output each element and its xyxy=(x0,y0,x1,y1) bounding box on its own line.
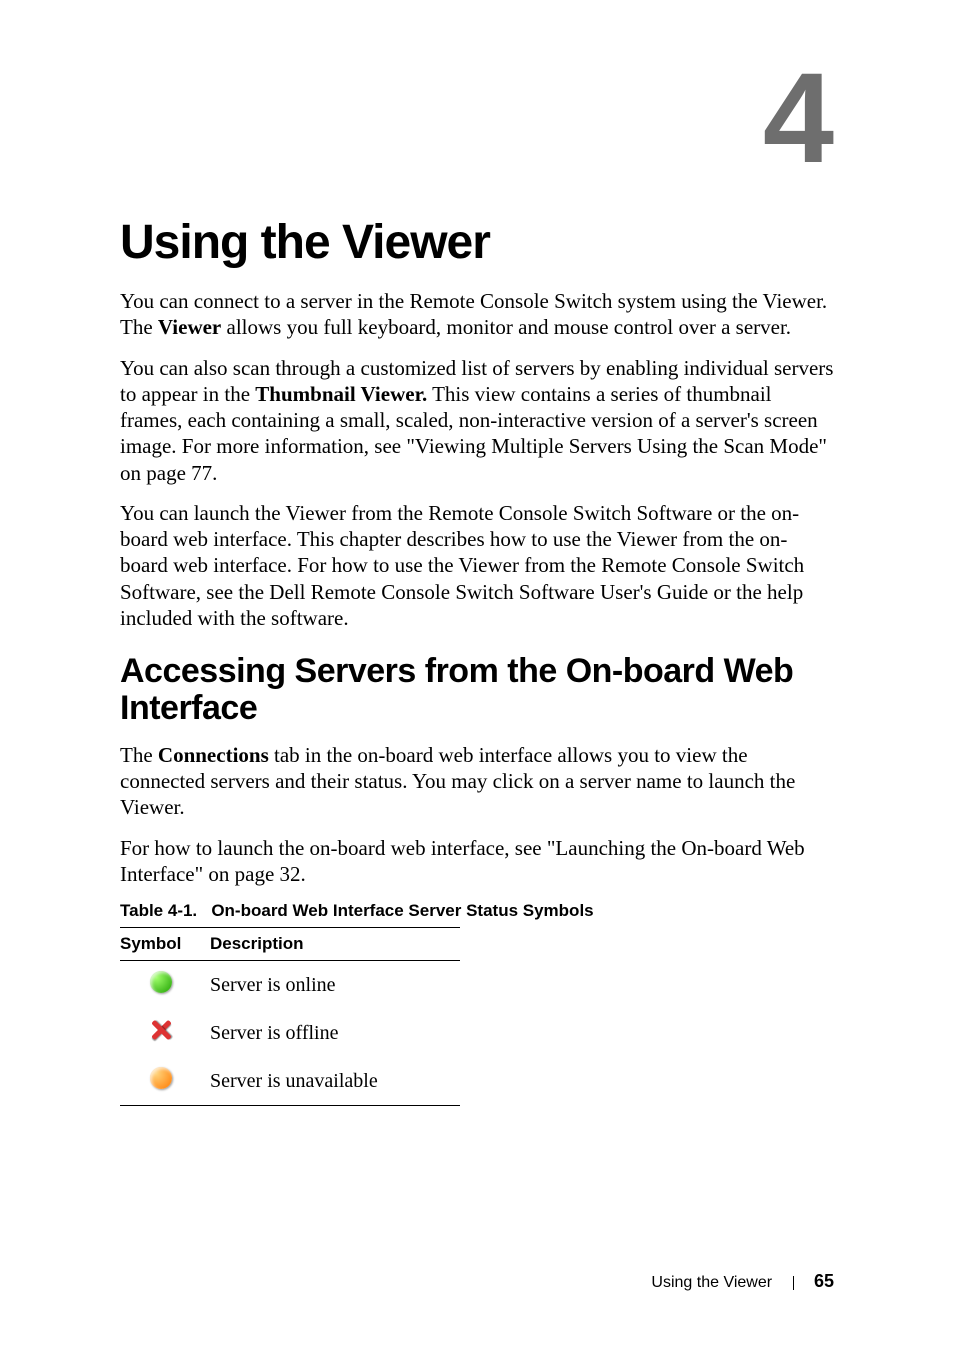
table-caption: Table 4-1. On-board Web Interface Server… xyxy=(120,901,834,921)
footer-separator xyxy=(793,1276,794,1290)
col-header-symbol: Symbol xyxy=(120,928,210,961)
page-footer: Using the Viewer 65 xyxy=(651,1271,834,1292)
table-row: Server is online xyxy=(120,961,460,1010)
section-paragraph-1: The Connections tab in the on-board web … xyxy=(120,742,834,821)
status-table: Symbol Description Server is online Serv… xyxy=(120,927,460,1106)
table-row: Server is offline xyxy=(120,1009,460,1057)
intro-paragraph-3: You can launch the Viewer from the Remot… xyxy=(120,500,834,631)
text: The xyxy=(120,743,158,767)
page-title: Using the Viewer xyxy=(120,215,834,270)
col-header-description: Description xyxy=(210,928,460,961)
thumbnail-viewer-term: Thumbnail Viewer. xyxy=(255,382,427,406)
viewer-term: Viewer xyxy=(158,315,221,339)
intro-paragraph-1: You can connect to a server in the Remot… xyxy=(120,288,834,341)
server-online-icon xyxy=(150,971,172,993)
page-number: 65 xyxy=(814,1271,834,1291)
table-caption-text: On-board Web Interface Server Status Sym… xyxy=(211,901,593,920)
server-offline-icon xyxy=(150,1019,172,1041)
section-heading: Accessing Servers from the On-board Web … xyxy=(120,653,834,728)
server-unavailable-icon xyxy=(150,1067,172,1089)
table-row: Server is unavailable xyxy=(120,1057,460,1106)
section-paragraph-2: For how to launch the on-board web inter… xyxy=(120,835,834,888)
connections-term: Connections xyxy=(158,743,269,767)
row-description: Server is online xyxy=(210,961,460,1010)
row-description: Server is offline xyxy=(210,1009,460,1057)
footer-section: Using the Viewer xyxy=(651,1274,772,1291)
table-caption-prefix: Table 4-1. xyxy=(120,901,197,920)
row-description: Server is unavailable xyxy=(210,1057,460,1106)
intro-paragraph-2: You can also scan through a customized l… xyxy=(120,355,834,486)
text: allows you full keyboard, monitor and mo… xyxy=(221,315,791,339)
chapter-number: 4 xyxy=(763,55,834,183)
